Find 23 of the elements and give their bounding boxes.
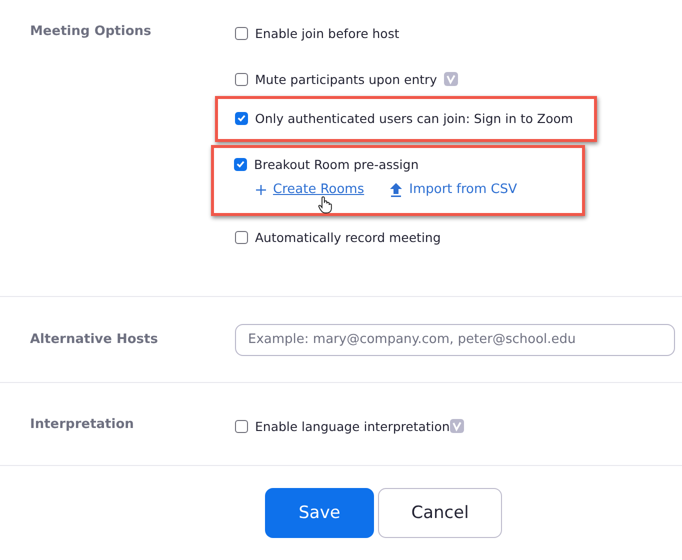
checkbox[interactable]: [235, 26, 248, 40]
section-label: Alternative Hosts: [29, 332, 159, 347]
plus-icon: [256, 184, 266, 194]
checkbox[interactable]: [235, 72, 248, 86]
upload-icon: [390, 182, 402, 196]
option-label: Automatically record meeting: [255, 230, 441, 244]
cancel-button[interactable]: Cancel: [378, 488, 502, 538]
option-label: Mute participants upon entry: [255, 72, 438, 86]
link[interactable]: Create Rooms: [273, 182, 364, 197]
checkbox[interactable]: [235, 112, 248, 124]
option-label: Breakout Room pre-assign: [254, 156, 419, 172]
section-label: Interpretation: [29, 417, 135, 434]
option-label: Enable language interpretation: [255, 418, 450, 434]
option-label: Enable join before host: [255, 26, 400, 40]
hand-cursor-icon: [318, 196, 332, 214]
section-label: Meeting Options: [29, 24, 152, 41]
link[interactable]: Import from CSV: [409, 182, 518, 197]
save-button[interactable]: Save: [265, 488, 374, 538]
option-label: Only authenticated users can join: Sign in to Zoom: [255, 110, 574, 126]
alternative-hosts-field[interactable]: Example: mary@company.com, peter@school.edu: [235, 324, 675, 356]
checkbox[interactable]: [235, 230, 248, 244]
checkbox[interactable]: [234, 158, 247, 170]
checkbox[interactable]: [235, 420, 248, 432]
